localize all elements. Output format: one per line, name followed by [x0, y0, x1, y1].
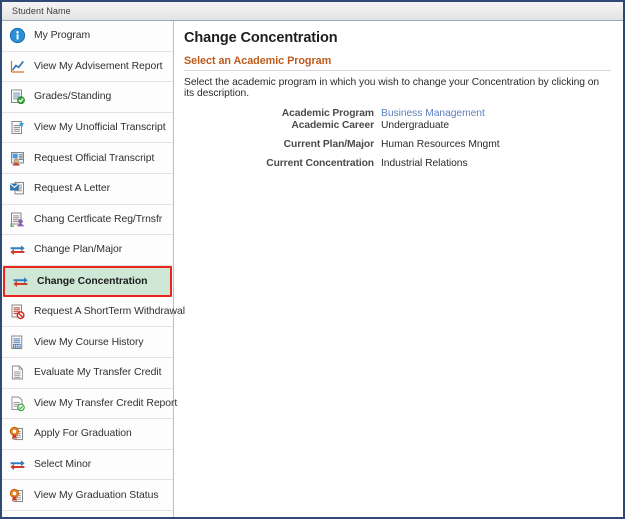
sidebar-item-my-program[interactable]: My Program	[2, 21, 173, 52]
swap-arrows-icon	[12, 273, 29, 290]
student-name-label: Student Name	[12, 6, 71, 16]
sidebar-item-label: Request A Letter	[34, 183, 110, 194]
field-spacer	[381, 151, 611, 158]
swap-arrows-icon	[9, 456, 26, 473]
document-user-icon	[9, 211, 26, 228]
sidebar-item-request-official-transcript[interactable]: Request Official Transcript	[2, 143, 173, 174]
field-label-current-plan-major: Current Plan/Major	[184, 139, 374, 151]
window-body: My Program View My Advisement Report Grade…	[2, 21, 623, 517]
instruction-text: Select the academic program in which you…	[184, 77, 611, 99]
document-approved-icon	[9, 395, 26, 412]
sidebar-item-grades-standing[interactable]: Grades/Standing	[2, 82, 173, 113]
sidebar-item-view-my-unofficial-transcript[interactable]: View My Unofficial Transcript	[2, 113, 173, 144]
academic-program-link[interactable]: Business Management	[381, 108, 611, 120]
sidebar-item-label: Request A ShortTerm Withdrawal	[34, 306, 185, 317]
graduation-seal-icon	[9, 425, 26, 442]
field-value-current-concentration: Industrial Relations	[381, 158, 611, 170]
section-divider	[184, 70, 611, 71]
field-label-academic-career: Academic Career	[184, 120, 374, 132]
document-plain-icon	[9, 364, 26, 381]
sidebar-item-label: Grades/Standing	[34, 91, 111, 102]
field-label-academic-program: Academic Program	[184, 108, 374, 120]
sidebar-item-label: Change Plan/Major	[34, 244, 122, 255]
field-spacer	[381, 132, 611, 139]
main-content-panel: Change Concentration Select an Academic …	[174, 21, 623, 517]
sidebar-item-view-my-advisement-report[interactable]: View My Advisement Report	[2, 52, 173, 83]
sidebar-item-label: View My Graduation Status	[34, 490, 158, 501]
info-icon	[9, 27, 26, 44]
sidebar-item-label: Select Minor	[34, 459, 91, 470]
sidebar-item-label: View My Transfer Credit Report	[34, 398, 177, 409]
sidebar-item-label: Chang Certficate Reg/Trnsfr	[34, 214, 162, 225]
sidebar-item-request-a-shortterm-withdrawal[interactable]: Request A ShortTerm Withdrawal	[2, 297, 173, 328]
sidebar-item-label: Request Official Transcript	[34, 153, 154, 164]
sidebar-item-view-my-course-history[interactable]: View My Course History	[2, 327, 173, 358]
field-spacer	[184, 151, 374, 158]
page-title: Change Concentration	[184, 30, 611, 46]
program-details-fields: Academic Program Business Management Acade…	[184, 108, 611, 170]
document-cancel-icon	[9, 303, 26, 320]
sidebar-navigation: My Program View My Advisement Report Grade…	[2, 21, 174, 517]
sidebar-item-view-my-transfer-credit-report[interactable]: View My Transfer Credit Report	[2, 389, 173, 420]
document-person-icon	[9, 150, 26, 167]
application-window: Student Name My Program View My Advisemen…	[0, 0, 625, 519]
sidebar-item-change-concentration[interactable]: Change Concentration	[3, 266, 172, 297]
document-star-icon	[9, 119, 26, 136]
line-chart-icon	[9, 58, 26, 75]
sidebar-item-select-minor[interactable]: Select Minor	[2, 450, 173, 481]
sidebar-item-label: My Program	[34, 30, 90, 41]
section-heading: Select an Academic Program	[184, 55, 611, 67]
sidebar-item-apply-for-graduation[interactable]: Apply For Graduation	[2, 419, 173, 450]
sidebar-item-label: Change Concentration	[37, 276, 147, 287]
swap-arrows-icon	[9, 241, 26, 258]
sidebar-item-label: View My Advisement Report	[34, 61, 163, 72]
field-value-academic-career: Undergraduate	[381, 120, 611, 132]
sidebar-item-label: Evaluate My Transfer Credit	[34, 367, 161, 378]
sidebar-item-label: Apply For Graduation	[34, 428, 132, 439]
envelope-document-icon	[9, 180, 26, 197]
sidebar-item-change-plan-major[interactable]: Change Plan/Major	[2, 235, 173, 266]
window-header-bar: Student Name	[2, 2, 623, 21]
sidebar-item-evaluate-my-transfer-credit[interactable]: Evaluate My Transfer Credit	[2, 358, 173, 389]
field-spacer	[184, 132, 374, 139]
sidebar-item-view-my-graduation-status[interactable]: View My Graduation Status	[2, 480, 173, 511]
document-list-icon	[9, 334, 26, 351]
graduation-seal-icon	[9, 487, 26, 504]
document-check-icon	[9, 88, 26, 105]
sidebar-item-chang-certficate-reg-trnsfr[interactable]: Chang Certficate Reg/Trnsfr	[2, 205, 173, 236]
sidebar-item-request-a-letter[interactable]: Request A Letter	[2, 174, 173, 205]
sidebar-item-label: View My Unofficial Transcript	[34, 122, 166, 133]
sidebar-item-label: View My Course History	[34, 337, 144, 348]
field-label-current-concentration: Current Concentration	[184, 158, 374, 170]
field-value-current-plan-major: Human Resources Mngmt	[381, 139, 611, 151]
